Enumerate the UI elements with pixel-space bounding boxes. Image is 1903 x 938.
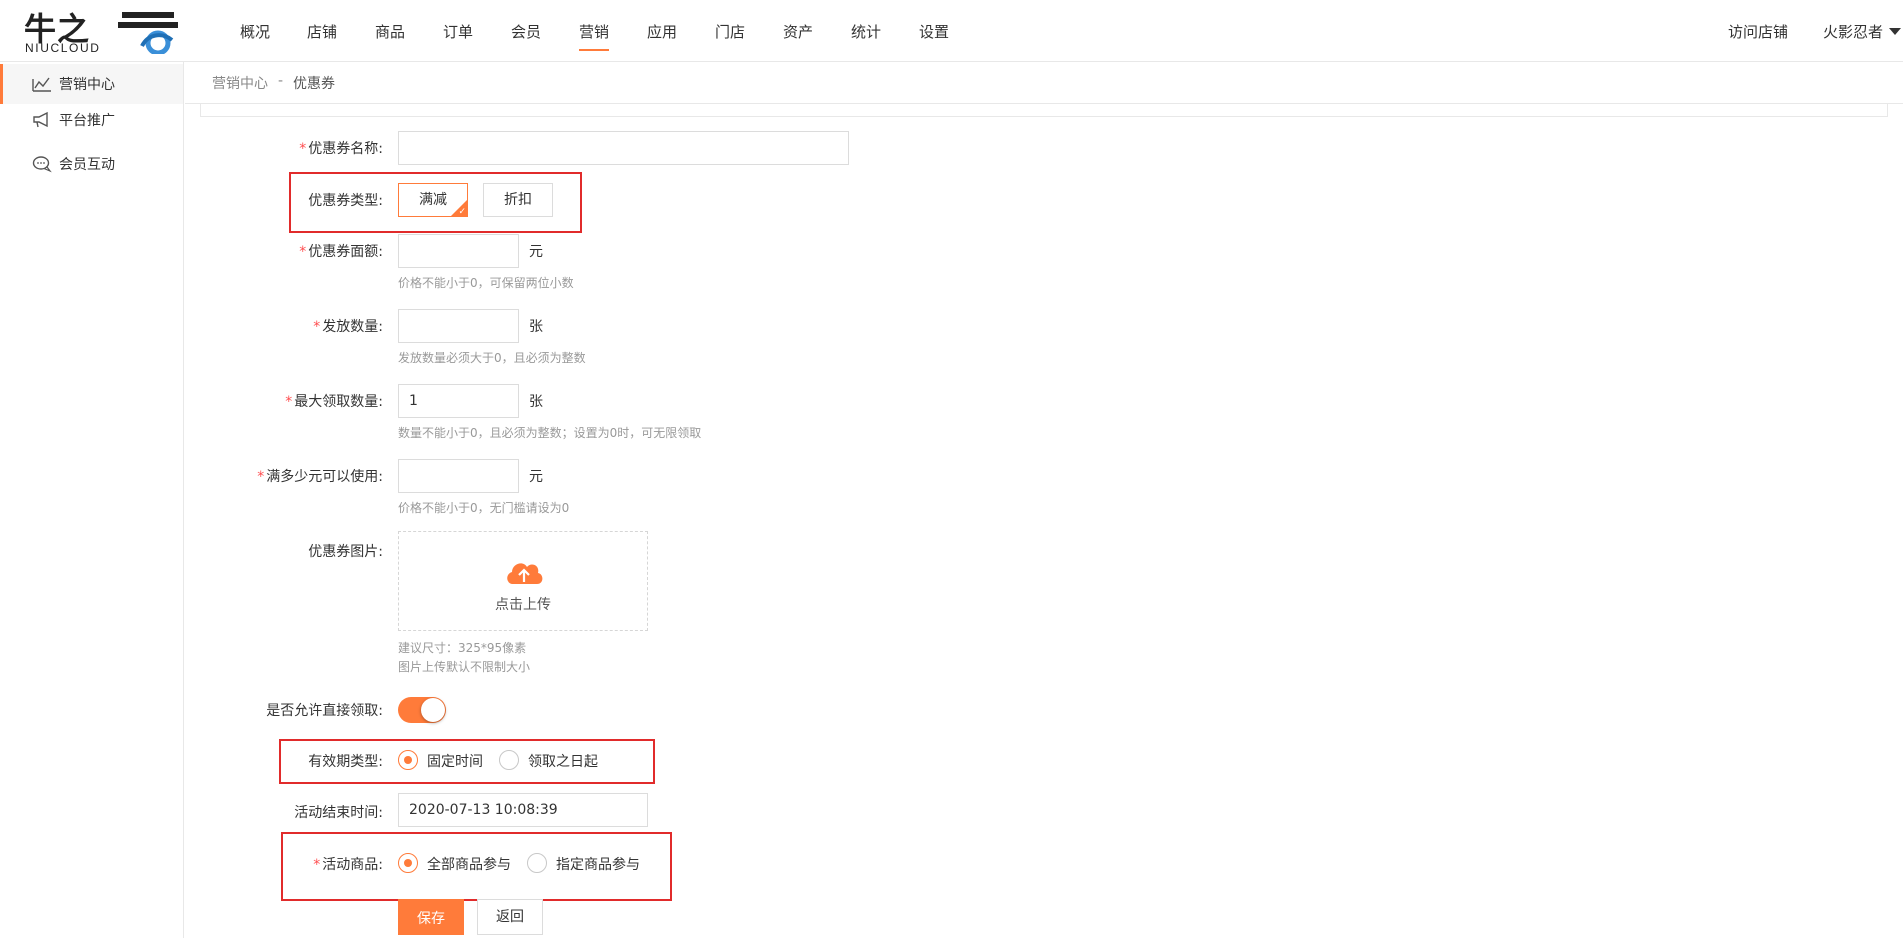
sidebar-item-member-interaction[interactable]: 会员互动 (0, 144, 183, 184)
nav-settings[interactable]: 设置 (919, 21, 949, 42)
quantity-unit: 张 (529, 319, 543, 335)
radio-label: 领取之日起 (528, 754, 598, 770)
image-upload-area[interactable]: 点击上传 (398, 531, 648, 631)
chart-line-icon (32, 77, 51, 92)
coupon-name-label: * 优惠券名称: (299, 141, 383, 157)
threshold-input[interactable] (398, 459, 519, 493)
threshold-unit: 元 (529, 469, 543, 485)
end-time-label: 活动结束时间: (294, 805, 383, 821)
direct-claim-toggle[interactable] (398, 697, 446, 723)
sidebar-item-label: 营销中心 (59, 77, 115, 93)
coupon-amount-input[interactable] (398, 234, 519, 268)
nav-assets[interactable]: 资产 (783, 21, 813, 42)
breadcrumb: 营销中心 - 优惠券 (185, 62, 1903, 104)
nav-goods[interactable]: 商品 (375, 21, 405, 42)
type-option-label: 满减 (419, 192, 447, 208)
validity-type-label: 有效期类型: (308, 754, 383, 770)
chat-bubbles-icon (32, 156, 52, 173)
validity-fixed-radio[interactable]: 固定时间 (398, 749, 488, 771)
nav-overview[interactable]: 概况 (240, 21, 270, 42)
quantity-hint: 发放数量必须大于0，且必须为整数 (398, 351, 586, 365)
sidebar-item-label: 会员互动 (59, 157, 115, 173)
threshold-hint: 价格不能小于0，无门槛请设为0 (398, 501, 570, 515)
coupon-type-full-reduction-button[interactable]: 满减 ✓ (398, 183, 468, 217)
goods-all-radio[interactable]: 全部商品参与 (398, 852, 518, 874)
coupon-type-label: 优惠券类型: (308, 193, 383, 209)
sidebar-item-promotion[interactable]: 平台推广 (0, 100, 183, 140)
coupon-amount-label: * 优惠券面额: (299, 244, 383, 260)
breadcrumb-parent[interactable]: 营销中心 (212, 73, 268, 93)
activity-goods-label: * 活动商品: (313, 857, 383, 873)
nav-orders[interactable]: 订单 (443, 21, 473, 42)
sidebar-item-label: 平台推广 (59, 113, 115, 129)
goods-specified-radio[interactable]: 指定商品参与 (527, 852, 647, 874)
coupon-image-label: 优惠券图片: (308, 544, 383, 560)
radio-circle (398, 750, 418, 770)
direct-claim-label: 是否允许直接领取: (266, 703, 383, 719)
image-limit-hint: 图片上传默认不限制大小 (398, 660, 531, 674)
nav-members[interactable]: 会员 (511, 21, 541, 42)
user-menu[interactable]: 火影忍者 (1823, 21, 1902, 42)
nav-store[interactable]: 店铺 (307, 21, 337, 42)
amount-unit: 元 (529, 244, 543, 260)
max-claim-hint: 数量不能小于0，且必须为整数；设置为0时，可无限领取 (398, 426, 702, 440)
nav-apps[interactable]: 应用 (647, 21, 677, 42)
save-button[interactable]: 保存 (398, 899, 464, 935)
radio-circle (527, 853, 547, 873)
niucloud-logo[interactable]: 牛之 NIUCLOUD (24, 8, 178, 55)
issue-quantity-label: * 发放数量: (313, 319, 383, 335)
nav-shops[interactable]: 门店 (715, 21, 745, 42)
max-claim-input[interactable]: 1 (398, 384, 519, 418)
toggle-knob (421, 698, 445, 722)
type-option-label: 折扣 (504, 192, 532, 208)
upload-label: 点击上传 (495, 597, 551, 613)
issue-quantity-input[interactable] (398, 309, 519, 343)
max-claim-label: * 最大领取数量: (285, 394, 383, 410)
logo-mark-icon (118, 12, 178, 54)
nav-marketing[interactable]: 营销 (579, 21, 610, 51)
threshold-label: * 满多少元可以使用: (257, 469, 383, 485)
amount-hint: 价格不能小于0，可保留两位小数 (398, 276, 574, 290)
back-button[interactable]: 返回 (477, 899, 543, 935)
visit-store-link[interactable]: 访问店铺 (1728, 21, 1788, 42)
breadcrumb-current: 优惠券 (293, 76, 335, 92)
end-time-input[interactable]: 2020-07-13 10:08:39 (398, 793, 648, 827)
megaphone-icon (33, 111, 48, 128)
sidebar: 营销中心 平台推广 会员互动 (0, 62, 184, 938)
cloud-upload-icon (507, 563, 543, 584)
panel-edge (200, 104, 1888, 117)
radio-label: 固定时间 (427, 754, 483, 770)
coupon-name-input[interactable] (398, 131, 849, 165)
logo-text-en: NIUCLOUD (25, 41, 101, 55)
breadcrumb-separator: - (278, 73, 284, 89)
sidebar-item-marketing-center[interactable]: 营销中心 (0, 64, 183, 104)
validity-from-claim-radio[interactable]: 领取之日起 (499, 749, 609, 771)
max-claim-unit: 张 (529, 394, 543, 410)
radio-label: 全部商品参与 (427, 857, 511, 873)
caret-down-icon (1889, 28, 1902, 35)
radio-circle (499, 750, 519, 770)
radio-label: 指定商品参与 (556, 857, 640, 873)
nav-stats[interactable]: 统计 (851, 21, 881, 42)
user-name: 火影忍者 (1823, 23, 1884, 41)
top-bar: 牛之 NIUCLOUD 概况 店铺 商品 订单 会员 营销 应用 门店 资产 统… (0, 0, 1903, 62)
radio-circle (398, 853, 418, 873)
image-size-hint: 建议尺寸：325*95像素 (398, 641, 527, 655)
check-icon: ✓ (458, 207, 466, 217)
coupon-type-discount-button[interactable]: 折扣 (483, 183, 553, 217)
